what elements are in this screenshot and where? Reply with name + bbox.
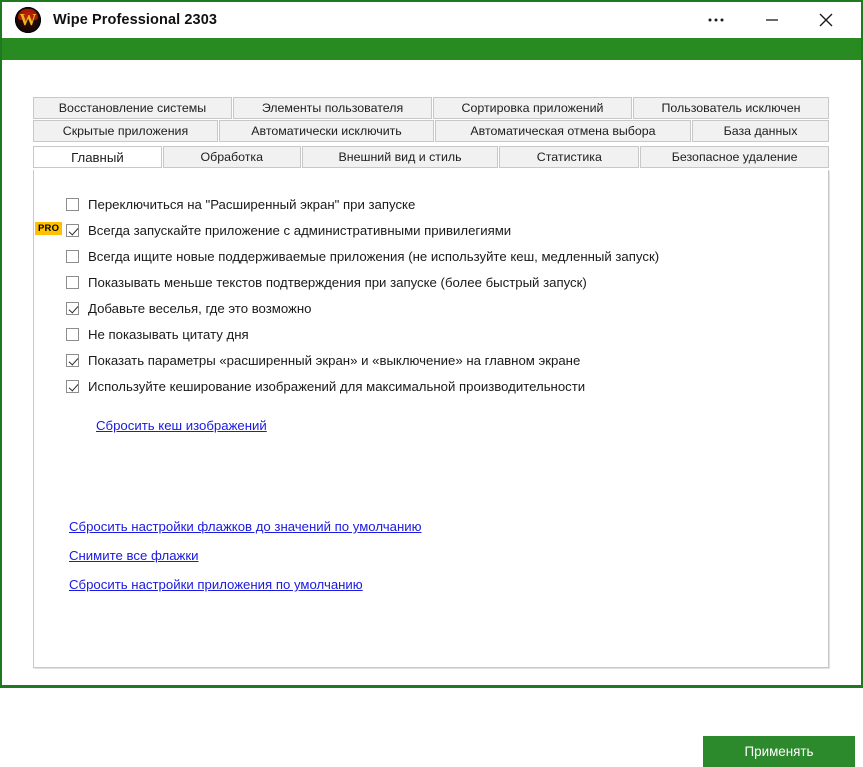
tab-label: Элементы пользователя	[261, 101, 404, 115]
reset-image-cache-link[interactable]: Сбросить кеш изображений	[96, 418, 267, 433]
tab-label: Главный	[71, 149, 124, 165]
tab-row3-1[interactable]: Обработка	[162, 146, 301, 168]
window-body: Восстановление системы Элементы пользоват…	[2, 60, 861, 767]
option-checkbox[interactable]	[66, 250, 79, 263]
bottom-links-group: Сбросить настройки флажков до значений п…	[69, 518, 422, 594]
wipe-logo-icon: W	[15, 7, 41, 33]
accent-band	[2, 38, 861, 60]
tab-row2-0[interactable]: Скрытые приложения	[33, 120, 218, 142]
option-checkbox[interactable]	[66, 276, 79, 289]
option-row[interactable]: Используйте кеширование изображений для …	[66, 374, 806, 399]
option-label: Не показывать цитату дня	[88, 327, 249, 342]
tab-label: База данных	[723, 124, 798, 138]
logo-w-letter: W	[19, 10, 37, 29]
settings-panel: Переключиться на "Расширенный экран" при…	[33, 170, 855, 767]
window-title: Wipe Professional 2303	[53, 12, 218, 28]
close-button[interactable]	[803, 2, 849, 38]
tab-row1-3[interactable]: Пользователь исключен	[633, 97, 829, 119]
tab-row3-3[interactable]: Статистика	[499, 146, 640, 168]
tab-row3-0[interactable]: Главный	[33, 146, 162, 168]
tab-strip: Восстановление системы Элементы пользоват…	[33, 97, 830, 168]
option-checkbox[interactable]	[66, 302, 79, 315]
pro-badge: PRO	[35, 222, 63, 235]
bottom-link-row: Сбросить настройки флажков до значений п…	[69, 518, 422, 536]
option-label: Всегда запускайте приложение с администр…	[88, 223, 512, 238]
option-label: Показывать меньше текстов подтверждения …	[88, 275, 587, 290]
option-checkbox[interactable]	[66, 198, 79, 211]
minimize-icon	[766, 19, 778, 21]
app-window: W Wipe Professional 2303 Восстановление …	[0, 0, 863, 767]
option-row[interactable]: Переключиться на "Расширенный экран" при…	[66, 192, 806, 217]
tab-row1-1[interactable]: Элементы пользователя	[233, 97, 432, 119]
tab-row-3: Главный Обработка Внешний вид и стиль Стати…	[33, 143, 830, 168]
option-row[interactable]: Добавьте веселья, где это возможно	[66, 296, 806, 321]
apply-button[interactable]: Применять	[703, 736, 855, 767]
option-checkbox[interactable]	[66, 224, 79, 237]
option-label: Показать параметры «расширенный экран» и…	[88, 353, 581, 368]
title-bar: W Wipe Professional 2303	[2, 2, 861, 38]
bottom-link-row: Сбросить настройки приложения по умолчан…	[69, 576, 422, 594]
option-row[interactable]: Показывать меньше текстов подтверждения …	[66, 270, 806, 295]
tab-row2-1[interactable]: Автоматически исключить	[219, 120, 434, 142]
ellipsis-icon	[708, 18, 724, 22]
options-list: Переключиться на "Расширенный экран" при…	[35, 192, 806, 400]
tab-label: Внешний вид и стиль	[338, 150, 462, 164]
option-checkbox[interactable]	[66, 380, 79, 393]
bottom-link-row: Снимите все флажки	[69, 547, 422, 565]
option-label: Всегда ищите новые поддерживаемые прилож…	[88, 249, 660, 264]
option-row[interactable]: Всегда ищите новые поддерживаемые прилож…	[66, 244, 806, 269]
tab-row1-0[interactable]: Восстановление системы	[33, 97, 232, 119]
tab-row3-4[interactable]: Безопасное удаление	[640, 146, 830, 168]
tab-row-1: Восстановление системы Элементы пользоват…	[33, 97, 829, 119]
tab-row2-3[interactable]: База данных	[692, 120, 829, 142]
option-checkbox[interactable]	[66, 328, 79, 341]
tab-row-2: Скрытые приложения Автоматически исключит…	[33, 120, 829, 142]
option-row[interactable]: Показать параметры «расширенный экран» и…	[66, 348, 806, 373]
bottom-link-0[interactable]: Сбросить настройки флажков до значений п…	[69, 519, 422, 534]
more-options-button[interactable]	[693, 2, 739, 38]
reset-image-cache-link-wrap: Сбросить кеш изображений	[96, 417, 267, 435]
tab-row1-2[interactable]: Сортировка приложений	[433, 97, 632, 119]
option-label: Переключиться на "Расширенный экран" при…	[88, 197, 416, 212]
tab-label: Восстановление системы	[58, 101, 207, 115]
tab-row2-2[interactable]: Автоматическая отмена выбора	[435, 120, 691, 142]
tab-label: Сортировка приложений	[461, 101, 604, 115]
bottom-link-1[interactable]: Снимите все флажки	[69, 548, 199, 563]
option-label: Добавьте веселья, где это возможно	[88, 301, 312, 316]
close-icon	[819, 13, 833, 27]
tab-label: Автоматическая отмена выбора	[470, 124, 656, 138]
option-checkbox[interactable]	[66, 354, 79, 367]
minimize-button[interactable]	[749, 2, 795, 38]
tab-label: Обработка	[200, 150, 264, 164]
tab-row3-2[interactable]: Внешний вид и стиль	[301, 146, 499, 168]
option-label: Используйте кеширование изображений для …	[88, 379, 586, 394]
option-row[interactable]: PRO Всегда запускайте приложение с админи…	[35, 218, 806, 243]
tab-label: Статистика	[536, 150, 602, 164]
tab-label: Безопасное удаление	[671, 150, 798, 164]
window-controls	[693, 2, 861, 38]
tab-label: Автоматически исключить	[251, 124, 402, 138]
bottom-link-2[interactable]: Сбросить настройки приложения по умолчан…	[69, 577, 363, 592]
option-row[interactable]: Не показывать цитату дня	[66, 322, 806, 347]
tab-label: Пользователь исключен	[661, 101, 801, 115]
tab-label: Скрытые приложения	[62, 124, 189, 138]
